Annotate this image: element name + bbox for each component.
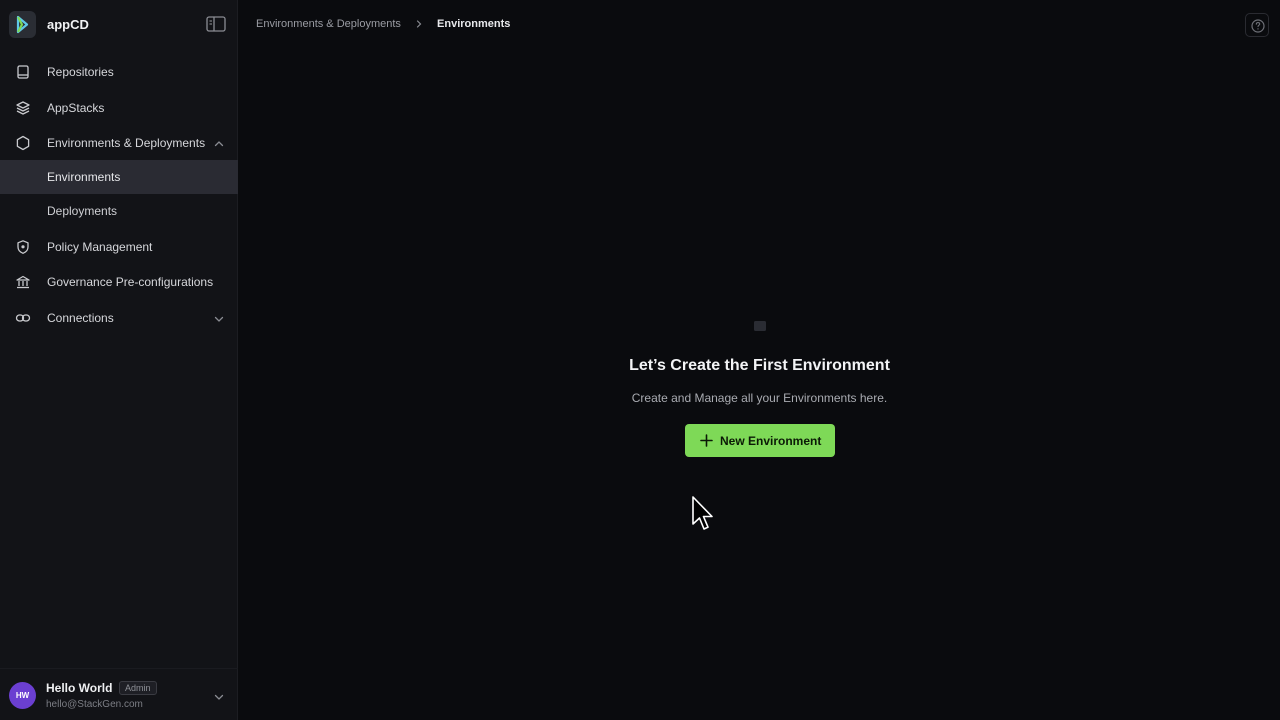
avatar: HW — [9, 682, 36, 709]
sidebar-item-label: Environments — [47, 170, 121, 184]
user-name: Hello World — [46, 681, 113, 695]
user-email: hello@StackGen.com — [46, 699, 143, 710]
sidebar-item-connections[interactable]: Connections — [0, 301, 238, 335]
sidebar-toggle-icon[interactable] — [206, 16, 226, 32]
sidebar-item-governance[interactable]: Governance Pre-configurations — [0, 265, 238, 299]
mouse-cursor-icon — [692, 496, 716, 534]
sidebar: appCD Repositories AppStacks Environment… — [0, 0, 238, 720]
environment-placeholder-icon — [753, 319, 767, 331]
layers-icon — [15, 100, 31, 116]
chevron-up-icon[interactable] — [213, 137, 225, 149]
sidebar-subitem-deployments[interactable]: Deployments — [0, 194, 238, 228]
appcd-logo[interactable] — [9, 11, 36, 38]
sidebar-item-label: Governance Pre-configurations — [47, 275, 214, 289]
book-icon — [15, 64, 31, 80]
sidebar-item-appstacks[interactable]: AppStacks — [0, 91, 238, 125]
breadcrumb: Environments & Deployments Environments — [256, 18, 510, 30]
plus-icon — [700, 434, 713, 447]
sidebar-item-label: Repositories — [47, 65, 114, 79]
sidebar-item-label: Deployments — [47, 204, 118, 218]
sidebar-item-label: Environments & Deployments — [47, 136, 206, 150]
chevron-right-icon — [414, 19, 424, 29]
breadcrumb-item-environments: Environments — [437, 18, 511, 31]
breadcrumb-item-environments-deployments[interactable]: Environments & Deployments — [256, 18, 401, 30]
user-profile[interactable]: HW Hello World Admin hello@StackGen.com — [0, 668, 238, 720]
link-icon — [15, 310, 31, 326]
bank-icon — [15, 274, 31, 290]
chevron-down-icon[interactable] — [213, 312, 225, 324]
empty-state-title: Let’s Create the First Environment — [629, 357, 890, 374]
main-content: Environments & Deployments Environments … — [239, 0, 1280, 720]
hexagon-icon — [15, 135, 31, 151]
new-environment-label: New Environment — [720, 434, 822, 448]
role-badge: Admin — [119, 681, 157, 695]
sidebar-item-policy-management[interactable]: Policy Management — [0, 230, 238, 264]
sidebar-item-label: Connections — [47, 311, 114, 325]
chevron-down-icon[interactable] — [213, 690, 225, 702]
sidebar-item-repositories[interactable]: Repositories — [0, 55, 238, 89]
app-name: appCD — [47, 17, 89, 32]
empty-state-description: Create and Manage all your Environments … — [631, 391, 888, 405]
brand-header: appCD — [0, 0, 238, 48]
new-environment-button[interactable]: New Environment — [685, 424, 835, 457]
sidebar-item-label: Policy Management — [47, 240, 153, 254]
help-button[interactable] — [1245, 13, 1269, 37]
sidebar-subitem-environments[interactable]: Environments — [0, 160, 238, 194]
help-icon — [1251, 19, 1265, 33]
sidebar-item-environments-deployments[interactable]: Environments & Deployments — [0, 126, 238, 160]
sidebar-item-label: AppStacks — [47, 101, 105, 115]
shield-icon — [15, 239, 31, 255]
